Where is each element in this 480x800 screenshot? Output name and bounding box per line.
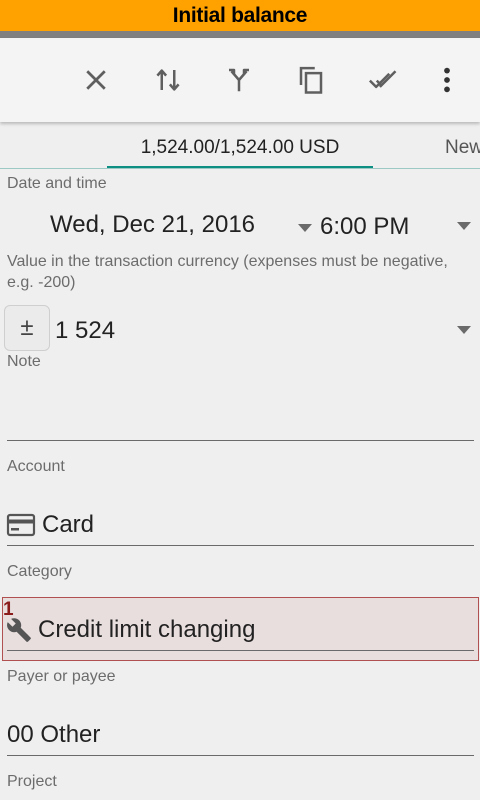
copy-icon — [299, 66, 323, 94]
category-selector[interactable]: Credit limit changing — [38, 616, 255, 644]
account-underline — [7, 545, 474, 546]
split-button[interactable] — [219, 60, 259, 100]
payee-selector[interactable]: 00 Other — [7, 721, 100, 749]
tab-usd-balance[interactable]: 1,524.00/1,524.00 USD — [107, 124, 373, 172]
account-label: Account — [7, 458, 65, 475]
title-divider — [0, 31, 480, 38]
value-label: Value in the transaction currency (expen… — [7, 253, 448, 291]
close-button[interactable] — [76, 60, 116, 100]
split-icon — [229, 68, 249, 92]
payee-underline — [7, 755, 474, 756]
date-time-label: Date and time — [7, 175, 107, 192]
note-label: Note — [7, 353, 41, 370]
done-all-icon — [368, 70, 397, 89]
swap-vertical-icon — [156, 69, 180, 91]
wrench-icon — [7, 618, 31, 642]
save-all-button[interactable] — [363, 60, 403, 100]
amount-dropdown-arrow[interactable] — [457, 326, 471, 334]
payee-label: Payer or payee — [7, 668, 116, 685]
tabs-divider — [0, 168, 480, 169]
project-label: Project — [7, 773, 57, 790]
currency-tabs: 1,524.00/1,524.00 USD New — [0, 124, 480, 172]
window-title: Initial balance — [0, 0, 480, 31]
more-vert-icon — [444, 67, 450, 93]
time-dropdown-arrow[interactable] — [457, 222, 471, 230]
category-underline — [7, 650, 474, 651]
tab-new[interactable]: New — [445, 124, 480, 172]
overflow-menu-button[interactable] — [427, 60, 467, 100]
close-icon — [86, 70, 106, 90]
action-toolbar — [0, 38, 480, 122]
time-picker[interactable]: 6:00 PM — [320, 213, 409, 241]
copy-button[interactable] — [291, 60, 331, 100]
sign-toggle-button[interactable]: ± — [4, 305, 50, 351]
swap-button[interactable] — [148, 60, 188, 100]
amount-input[interactable]: 1 524 — [55, 317, 115, 345]
note-underline — [7, 440, 474, 441]
account-selector[interactable]: Card — [42, 511, 94, 539]
category-label: Category — [7, 563, 72, 580]
credit-card-icon — [6, 513, 36, 537]
date-picker[interactable]: Wed, Dec 21, 2016 — [50, 211, 255, 239]
date-dropdown-arrow[interactable] — [298, 224, 312, 232]
